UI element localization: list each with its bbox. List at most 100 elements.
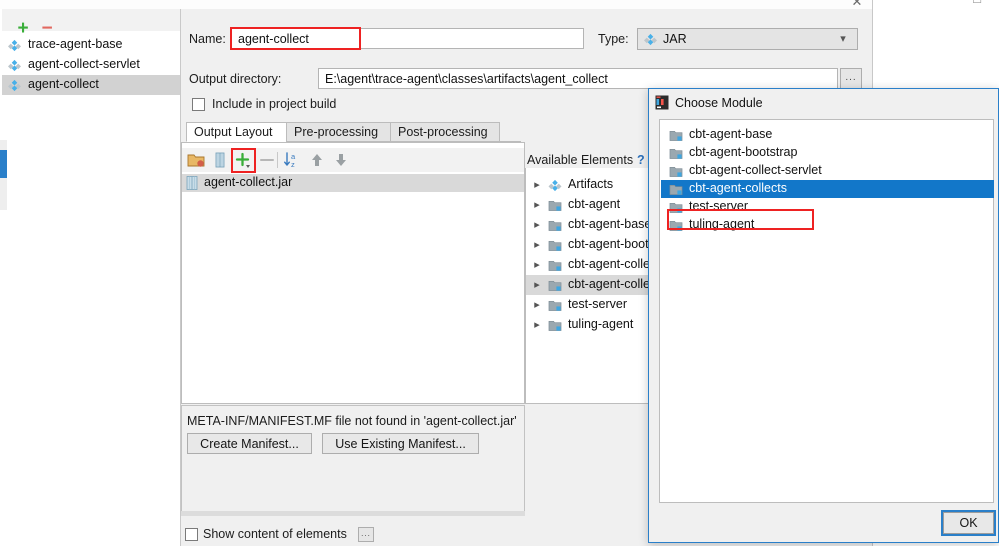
svg-text:z: z [291, 160, 295, 169]
chevron-right-icon[interactable]: ▸ [531, 238, 543, 252]
show-content-of-elements-checkbox[interactable] [185, 528, 198, 541]
intellij-idea-icon [655, 95, 669, 110]
artifact-diamond-icon [8, 39, 21, 52]
ok-button-label: OK [959, 516, 978, 530]
type-label: Type: [598, 32, 629, 46]
module-icon [548, 320, 562, 331]
choose-module-item-label: cbt-agent-base [689, 127, 773, 141]
choose-module-item-label: cbt-agent-bootstrap [689, 145, 798, 159]
choose-module-item[interactable]: cbt-agent-base [661, 126, 994, 144]
sort-alphabetically-icon[interactable]: a z [283, 151, 301, 169]
tab-post-processing[interactable]: Post-processing [390, 122, 500, 142]
choose-module-item[interactable]: cbt-agent-bootstrap [661, 144, 994, 162]
artifact-list-item[interactable]: agent-collect-servlet [2, 55, 180, 75]
output-directory-input[interactable]: E:\agent\trace-agent\classes\artifacts\a… [318, 68, 838, 89]
available-element-label: cbt-agent-colle [568, 277, 650, 291]
help-icon[interactable]: ? [637, 153, 645, 167]
choose-module-item[interactable]: test-server [661, 198, 994, 216]
chevron-down-icon: ▾ [840, 33, 846, 45]
choose-module-item-label: tuling-agent [689, 217, 755, 231]
name-input[interactable]: agent-collect [231, 28, 584, 49]
artifact-list-item-selected[interactable]: agent-collect [2, 75, 180, 95]
use-existing-manifest-button-label: Use Existing Manifest... [335, 437, 466, 451]
chevron-right-icon[interactable]: ▸ [531, 218, 543, 232]
output-directory-label: Output directory: [189, 72, 282, 86]
include-in-project-build-checkbox[interactable] [192, 98, 205, 111]
create-manifest-button-label: Create Manifest... [200, 437, 299, 451]
module-icon [548, 280, 562, 291]
tab-post-processing-label: Post-processing [398, 125, 488, 139]
available-element-label: cbt-agent-base [568, 217, 652, 231]
move-up-icon[interactable] [308, 151, 326, 169]
output-layout-row[interactable]: agent-collect.jar [182, 174, 524, 192]
artifact-diamond-icon [8, 59, 21, 72]
remove-icon [260, 159, 274, 161]
name-label: Name: [189, 32, 226, 46]
name-input-value: agent-collect [238, 32, 309, 46]
artifacts-list-toolbar: + − [2, 9, 180, 38]
restore-icon[interactable]: ☐ [966, 0, 988, 7]
tabstrip: Output Layout Pre-processing Post-proces… [186, 122, 521, 142]
tab-output-layout[interactable]: Output Layout [186, 122, 287, 142]
available-element-label: test-server [568, 297, 628, 311]
choose-module-item-selected[interactable]: cbt-agent-collects [661, 180, 994, 198]
choose-module-item-label: test-server [689, 199, 749, 213]
available-element-label: cbt-agent [568, 197, 621, 211]
available-element-label: cbt-agent-colle [568, 257, 650, 271]
type-dropdown-value: JAR [663, 32, 687, 46]
chevron-right-icon[interactable]: ▸ [531, 298, 543, 312]
module-icon [669, 220, 683, 231]
tab-pre-processing-label: Pre-processing [294, 125, 379, 139]
toolbar-separator [277, 152, 278, 168]
artifact-diamond-icon [8, 79, 21, 92]
choose-module-item-label: cbt-agent-collects [689, 181, 787, 195]
horizontal-scrollbar[interactable] [181, 511, 525, 516]
available-elements-title: Available Elements [527, 153, 634, 167]
create-manifest-button[interactable]: Create Manifest... [187, 433, 312, 454]
choose-module-dialog: Choose Module cbt-agent-base cbt-agent-b… [648, 88, 999, 543]
available-element-label: cbt-agent-boot [568, 237, 649, 251]
jar-icon [186, 176, 198, 190]
chevron-right-icon[interactable]: ▸ [531, 318, 543, 332]
use-existing-manifest-button[interactable]: Use Existing Manifest... [322, 433, 479, 454]
module-icon [669, 166, 683, 177]
type-dropdown[interactable]: JAR ▾ [637, 28, 858, 50]
module-icon [669, 184, 683, 195]
ok-button[interactable]: OK [941, 510, 996, 536]
artifact-list-item-label: agent-collect-servlet [28, 57, 140, 71]
artifact-list-item[interactable]: trace-agent-base [2, 35, 180, 55]
choose-module-item[interactable]: cbt-agent-collect-servlet [661, 162, 994, 180]
module-icon [548, 240, 562, 251]
add-copy-icon[interactable] [234, 151, 252, 169]
chevron-right-icon[interactable]: ▸ [531, 278, 543, 292]
output-directory-value: E:\agent\trace-agent\classes\artifacts\a… [325, 72, 608, 86]
tab-pre-processing[interactable]: Pre-processing [286, 122, 391, 142]
artifact-list-item-label: agent-collect [28, 77, 99, 91]
module-icon [548, 220, 562, 231]
add-directory-icon[interactable] [187, 151, 205, 169]
tab-output-layout-label: Output Layout [194, 125, 273, 139]
module-icon [548, 300, 562, 311]
add-archive-icon[interactable] [211, 151, 229, 169]
chevron-right-icon[interactable]: ▸ [531, 178, 543, 192]
chevron-right-icon[interactable]: ▸ [531, 198, 543, 212]
move-down-icon[interactable] [332, 151, 350, 169]
show-content-options-button[interactable]: ... [358, 527, 374, 542]
ellipsis-icon: ... [845, 72, 857, 83]
choose-module-dialog-title: Choose Module [675, 96, 763, 110]
module-icon [669, 148, 683, 159]
chevron-right-icon[interactable]: ▸ [531, 258, 543, 272]
module-icon [669, 202, 683, 213]
available-element-label: tuling-agent [568, 317, 634, 331]
artifact-diamond-icon [644, 33, 657, 46]
artifact-list-item-label: trace-agent-base [28, 37, 123, 51]
include-in-project-build-label: Include in project build [212, 97, 337, 111]
choose-module-item[interactable]: tuling-agent [661, 216, 994, 234]
output-directory-browse-button[interactable]: ... [840, 68, 862, 89]
output-layout-row-label: agent-collect.jar [204, 175, 293, 189]
left-scrollbar-thumb[interactable] [0, 150, 7, 178]
manifest-message: META-INF/MANIFEST.MF file not found in '… [187, 414, 517, 428]
available-element-label: Artifacts [568, 177, 614, 191]
module-icon [669, 130, 683, 141]
module-icon [548, 200, 562, 211]
